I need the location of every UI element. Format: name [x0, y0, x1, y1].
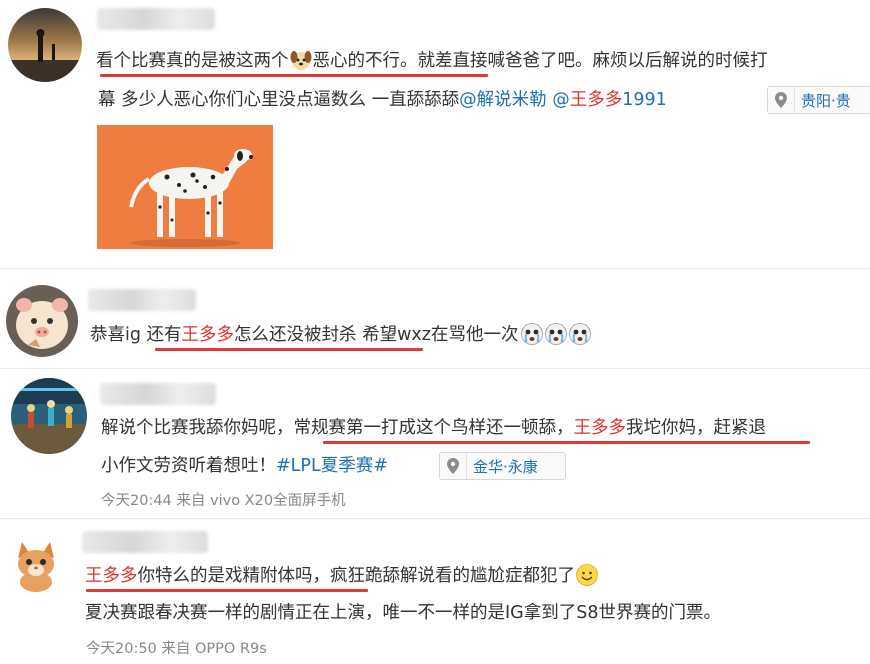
- mention-link[interactable]: @王多多1991: [552, 90, 667, 110]
- comment-text: 夏决赛跟春决赛一样的剧情正在上演，唯一不一样的是IG拿到了S8世界赛的门票。: [85, 603, 721, 623]
- red-underline: [100, 74, 488, 77]
- crying-face-emoji-icon: [544, 322, 568, 354]
- divider: [0, 268, 870, 269]
- avatar[interactable]: [11, 378, 87, 454]
- comment-text: 小作文劳资听着想吐！#LPL夏季赛#: [101, 456, 388, 476]
- avatar[interactable]: [4, 532, 68, 596]
- comment-meta: 今天20:50 来自 OPPO R9s: [86, 641, 267, 657]
- red-underline: [155, 348, 423, 351]
- mention-link[interactable]: @解说米勒: [459, 90, 547, 110]
- divider: [0, 368, 870, 369]
- device-name[interactable]: vivo X20全面屏手机: [210, 493, 346, 509]
- topic-link[interactable]: #LPL夏季赛#: [276, 456, 388, 476]
- location-tag[interactable]: 金华·永康: [439, 452, 566, 480]
- timestamp[interactable]: 今天20:50: [86, 641, 157, 657]
- kitten-avatar-icon: [4, 532, 68, 596]
- location-pin-icon: [768, 87, 795, 113]
- divider: [0, 518, 870, 519]
- cartoon-pig-avatar-icon: [6, 285, 78, 357]
- blurred-username[interactable]: [100, 383, 216, 405]
- device-name[interactable]: OPPO R9s: [195, 641, 267, 657]
- location-tag[interactable]: 贵阳·贵: [767, 86, 870, 114]
- attached-image[interactable]: [97, 125, 273, 249]
- smiley-face-emoji-icon: [575, 563, 599, 595]
- crying-face-emoji-icon: [520, 322, 544, 354]
- dalmatian-dog-photo: [97, 125, 273, 249]
- sunset-silhouette-avatar-icon: [8, 8, 82, 82]
- stage-crowd-avatar-icon: [11, 378, 87, 454]
- red-underline: [323, 441, 810, 444]
- blurred-username[interactable]: [97, 8, 215, 30]
- comment-meta: 今天20:44 来自 vivo X20全面屏手机: [101, 493, 346, 509]
- location-pin-icon: [440, 453, 467, 479]
- blurred-username[interactable]: [82, 531, 208, 553]
- avatar[interactable]: [6, 285, 78, 357]
- comment-text: 解说个比赛我舔你妈呢，常规赛第一打成这个鸟样还一顿舔，王多多我坨你妈，赶紧退: [101, 418, 766, 438]
- blurred-username[interactable]: [88, 289, 196, 311]
- avatar[interactable]: [8, 8, 82, 82]
- red-underline: [86, 589, 368, 592]
- crying-face-emoji-icon: [568, 322, 592, 354]
- timestamp[interactable]: 今天20:44: [101, 493, 172, 509]
- comment-text: 幕 多少人恶心你们心里没点逼数么 一直舔舔舔@解说米勒 @王多多1991: [98, 90, 667, 110]
